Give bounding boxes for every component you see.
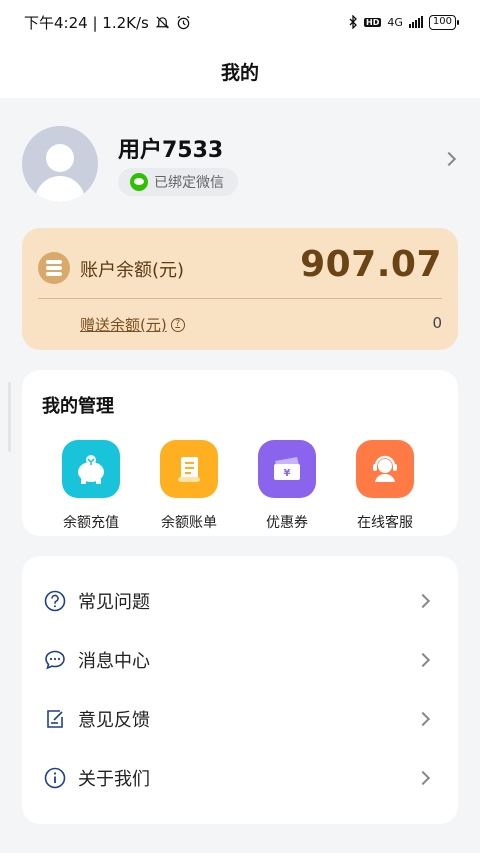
balance-value: 907.07 (300, 244, 442, 285)
alarm-icon (177, 15, 190, 29)
management-grid: 余额充值 余额账单 ¥ 优惠券 在线客服 (22, 440, 458, 532)
status-time-speed: 下午4:24 | 1.2K/s (24, 13, 149, 32)
username: 用户7533 (118, 138, 224, 163)
bill-scroll-icon (160, 440, 218, 498)
feedback-icon (44, 708, 66, 730)
balance-card[interactable]: 账户余额(元) 907.07 赠送余额(元) ? 0 (22, 228, 458, 350)
hd-icon: HD (364, 17, 382, 27)
profile-section[interactable]: 用户7533 已绑定微信 (0, 98, 480, 228)
chevron-right-icon (415, 770, 431, 785)
battery-icon: 100 (428, 14, 460, 30)
chevron-right-icon (415, 652, 431, 667)
menu-label-about: 关于我们 (78, 768, 150, 790)
recharge-label: 余额充值 (63, 515, 119, 531)
gift-balance-label: 赠送余额(元) (80, 316, 167, 334)
info-icon (44, 767, 66, 789)
management-card: 我的管理 余额充值 余额账单 ¥ 优惠券 在线客服 (22, 370, 458, 536)
mute-bell-icon (155, 15, 169, 29)
coupon-icon: ¥ (258, 440, 316, 498)
network-type: 4G (387, 15, 403, 29)
wechat-bound-badge: 已绑定微信 (118, 168, 238, 196)
menu-label-messages: 消息中心 (78, 650, 150, 672)
menu-item-about[interactable]: 关于我们 (22, 748, 458, 807)
chevron-right-icon (415, 711, 431, 726)
question-icon (44, 590, 66, 612)
balance-bill-label: 余额账单 (161, 515, 217, 531)
balance-label: 账户余额(元) (80, 260, 185, 281)
status-right: HD 4G 100 (348, 14, 460, 30)
status-bar: 下午4:24 | 1.2K/s HD 4G 100 (0, 0, 480, 44)
menu-item-messages[interactable]: 消息中心 (22, 630, 458, 689)
signal-icon (408, 16, 423, 28)
wechat-status-label: 已绑定微信 (154, 175, 224, 191)
chevron-right-icon (415, 593, 431, 608)
help-icon[interactable]: ? (170, 317, 185, 332)
coupon-button[interactable]: ¥ 优惠券 (238, 440, 336, 532)
status-left: 下午4:24 | 1.2K/s (24, 12, 191, 33)
gift-balance-link[interactable]: 赠送余额(元) ? (80, 314, 185, 335)
menu-label-feedback: 意见反馈 (78, 709, 150, 731)
piggy-bank-icon (62, 440, 120, 498)
page-title-bar: 我的 (0, 44, 480, 98)
svg-text:¥: ¥ (284, 468, 291, 479)
customer-service-button[interactable]: 在线客服 (336, 440, 434, 532)
scroll-indicator (8, 382, 11, 452)
avatar-head-shape (46, 144, 74, 172)
balance-divider (38, 298, 442, 299)
chevron-right-icon[interactable] (441, 151, 457, 167)
message-icon (44, 649, 66, 671)
customer-service-label: 在线客服 (357, 515, 413, 531)
coupon-label: 优惠券 (266, 515, 308, 531)
customer-service-icon (356, 440, 414, 498)
balance-bill-button[interactable]: 余额账单 (140, 440, 238, 532)
menu-item-faq[interactable]: 常见问题 (22, 571, 458, 630)
management-title: 我的管理 (42, 396, 114, 417)
wechat-icon (130, 173, 148, 191)
page-title: 我的 (220, 61, 259, 84)
avatar-body-shape (35, 176, 85, 202)
gift-balance-value: 0 (432, 314, 442, 332)
menu-label-faq: 常见问题 (78, 591, 150, 613)
bluetooth-icon (349, 15, 357, 29)
avatar[interactable] (22, 126, 98, 202)
coin-stack-icon (38, 252, 70, 284)
recharge-button[interactable]: 余额充值 (42, 440, 140, 532)
menu-item-feedback[interactable]: 意见反馈 (22, 689, 458, 748)
menu-card: 常见问题 消息中心 意见反馈 关于我们 (22, 556, 458, 824)
